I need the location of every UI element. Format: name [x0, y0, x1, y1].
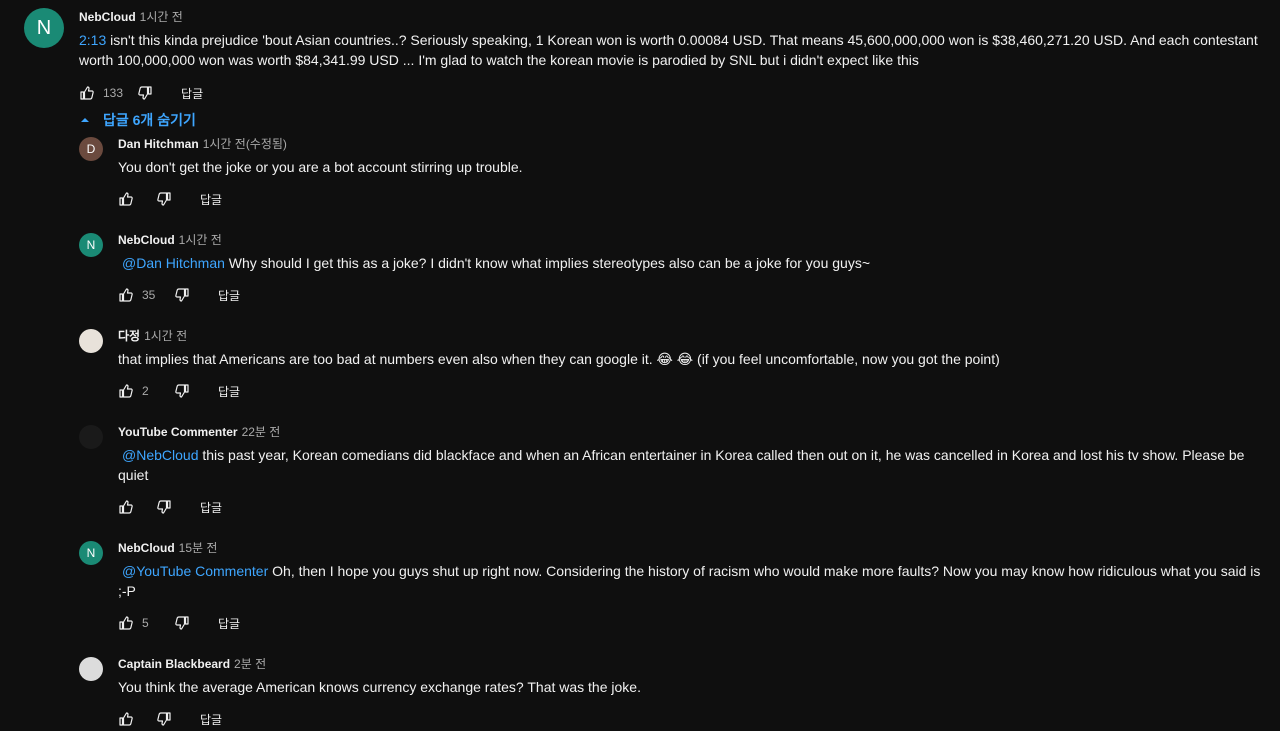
comment-actions: 133 답글: [79, 81, 1264, 105]
comment-actions: 35 답글: [118, 283, 1264, 307]
reply-comment: D Dan Hitchman 1시간 전(수정됨) You don't get the…: [79, 135, 1264, 211]
comment-body: that implies that Americans are too bad …: [118, 351, 1000, 367]
mention-link[interactable]: @NebCloud: [122, 447, 198, 463]
comment-text: You don't get the joke or you are a bot …: [118, 157, 1264, 177]
avatar[interactable]: [79, 425, 103, 449]
comment-body: Why should I get this as a joke? I didn'…: [224, 255, 870, 271]
comment-text: that implies that Americans are too bad …: [118, 349, 1264, 369]
reply-button[interactable]: 답글: [218, 615, 240, 632]
like-icon[interactable]: [118, 615, 134, 631]
comment-time[interactable]: 22분 전: [242, 425, 281, 439]
comment-actions: 답글: [118, 187, 1264, 211]
reply-button[interactable]: 답글: [200, 711, 222, 728]
comment-text: You think the average American knows cur…: [118, 677, 1264, 697]
comment-time[interactable]: 1시간 전: [144, 329, 187, 343]
comment-body: You think the average American knows cur…: [118, 679, 641, 695]
dislike-icon[interactable]: [137, 85, 153, 101]
reply-button[interactable]: 답글: [181, 85, 203, 102]
author-name[interactable]: NebCloud: [118, 541, 175, 555]
dislike-icon[interactable]: [156, 499, 172, 515]
comment-time[interactable]: 2분 전: [234, 657, 266, 671]
comment-actions: 2 답글: [118, 379, 1264, 403]
comment-body: this past year, Korean comedians did bla…: [118, 447, 1245, 483]
like-icon[interactable]: [118, 711, 134, 727]
like-count: 2: [142, 384, 149, 398]
comment-thread: N NebCloud 1시간 전 2:13 isn't this kinda pr…: [24, 8, 1264, 731]
reply-comment: Captain Blackbeard 2분 전 You think the aver…: [79, 655, 1264, 731]
like-icon[interactable]: [118, 191, 134, 207]
comment-body: You don't get the joke or you are a bot …: [118, 159, 523, 175]
comment-text: 2:13 isn't this kinda prejudice 'bout As…: [79, 30, 1264, 70]
avatar[interactable]: [79, 657, 103, 681]
comment-text: @YouTube Commenter Oh, then I hope you g…: [118, 561, 1264, 601]
author-name[interactable]: Captain Blackbeard: [118, 657, 230, 671]
reply-button[interactable]: 답글: [200, 191, 222, 208]
comment-time[interactable]: 1시간 전: [140, 10, 183, 24]
comment-actions: 답글: [118, 707, 1264, 731]
hide-replies-label: 답글 6개 숨기기: [103, 112, 196, 128]
like-icon[interactable]: [79, 85, 95, 101]
comment-time[interactable]: 1시간 전: [179, 233, 222, 247]
like-icon[interactable]: [118, 499, 134, 515]
comment-text: @NebCloud this past year, Korean comedia…: [118, 445, 1264, 485]
timestamp-link[interactable]: 2:13: [79, 32, 106, 48]
dislike-icon[interactable]: [156, 191, 172, 207]
comment-body: Oh, then I hope you guys shut up right n…: [118, 563, 1261, 599]
like-count: 5: [142, 616, 149, 630]
reply-button[interactable]: 답글: [218, 287, 240, 304]
like-count: 35: [142, 288, 156, 302]
reply-comment: N NebCloud 15분 전 @YouTube Commenter Oh, the…: [79, 539, 1264, 635]
hide-replies-button[interactable]: 답글 6개 숨기기: [79, 109, 1264, 131]
like-count: 133: [103, 86, 124, 100]
mention-link[interactable]: @Dan Hitchman: [122, 255, 225, 271]
avatar[interactable]: [79, 329, 103, 353]
author-name[interactable]: Dan Hitchman: [118, 137, 199, 151]
comment-body: isn't this kinda prejudice 'bout Asian c…: [79, 32, 1258, 68]
reply-comment: YouTube Commenter 22분 전 @NebCloud this pas…: [79, 423, 1264, 519]
author-name[interactable]: NebCloud: [79, 10, 136, 24]
dislike-icon[interactable]: [156, 711, 172, 727]
mention-link[interactable]: @YouTube Commenter: [122, 563, 268, 579]
like-icon[interactable]: [118, 383, 134, 399]
replies-list: D Dan Hitchman 1시간 전(수정됨) You don't get the…: [79, 135, 1264, 731]
dislike-icon[interactable]: [174, 287, 190, 303]
reply-comment: 다정 1시간 전 that implies that Americans are t…: [79, 327, 1264, 403]
like-icon[interactable]: [118, 287, 134, 303]
avatar[interactable]: N: [24, 8, 64, 48]
reply-comment: N NebCloud 1시간 전 @Dan Hitchman Why should I…: [79, 231, 1264, 307]
comment-text: @Dan Hitchman Why should I get this as a…: [118, 253, 1264, 273]
reply-button[interactable]: 답글: [218, 383, 240, 400]
author-name[interactable]: NebCloud: [118, 233, 175, 247]
author-name[interactable]: YouTube Commenter: [118, 425, 238, 439]
avatar[interactable]: N: [79, 233, 103, 257]
avatar[interactable]: D: [79, 137, 103, 161]
main-comment: N NebCloud 1시간 전 2:13 isn't this kinda pr…: [24, 8, 1264, 131]
dislike-icon[interactable]: [174, 383, 190, 399]
comment-time[interactable]: 15분 전: [179, 541, 218, 555]
caret-up-icon: [81, 118, 89, 122]
author-name[interactable]: 다정: [118, 329, 140, 343]
dislike-icon[interactable]: [174, 615, 190, 631]
reply-button[interactable]: 답글: [200, 499, 222, 516]
comment-actions: 답글: [118, 495, 1264, 519]
comment-time[interactable]: 1시간 전(수정됨): [203, 137, 287, 151]
comment-actions: 5 답글: [118, 611, 1264, 635]
avatar[interactable]: N: [79, 541, 103, 565]
